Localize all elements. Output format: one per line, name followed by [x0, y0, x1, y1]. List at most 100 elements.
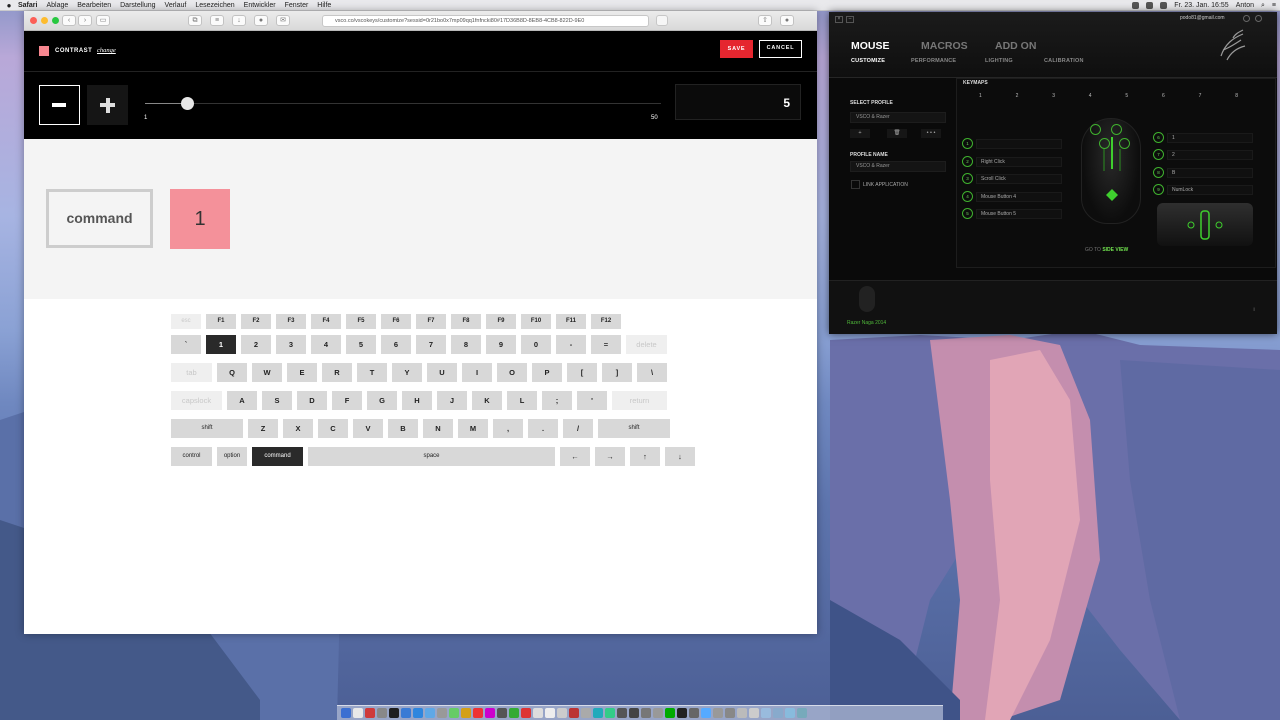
menubar-user[interactable]: Anton	[1236, 0, 1254, 11]
dock-app-icon[interactable]	[665, 708, 675, 718]
dock-app-icon[interactable]	[593, 708, 603, 718]
key[interactable]: delete	[626, 335, 667, 354]
key[interactable]: ↑	[630, 447, 660, 466]
mouse-button-marker[interactable]	[1111, 124, 1122, 135]
apple-icon[interactable]: ●	[0, 0, 18, 11]
key[interactable]: F2	[241, 314, 271, 329]
key[interactable]: E	[287, 363, 317, 382]
keymap-tab[interactable]: 1	[979, 93, 982, 99]
key[interactable]: ←	[560, 447, 590, 466]
key[interactable]: 3	[276, 335, 306, 354]
device-thumbnail[interactable]	[859, 286, 875, 312]
dock-app-icon[interactable]	[569, 708, 579, 718]
dock-app-icon[interactable]	[749, 708, 759, 718]
key[interactable]: \	[637, 363, 667, 382]
dock-app-icon[interactable]	[737, 708, 747, 718]
key[interactable]: N	[423, 419, 453, 438]
key[interactable]: F1	[206, 314, 236, 329]
dock-app-icon[interactable]	[725, 708, 735, 718]
menu-verlauf[interactable]: Verlauf	[165, 0, 187, 11]
key[interactable]: Y	[392, 363, 422, 382]
address-bar[interactable]: vsco.co/vscokeys/customize?sessid=0r21bo…	[322, 15, 649, 27]
dock-app-icon[interactable]	[473, 708, 483, 718]
dock-app-icon[interactable]	[437, 708, 447, 718]
subtab-lighting[interactable]: LIGHTING	[985, 58, 1013, 64]
key[interactable]: B	[388, 419, 418, 438]
reader-icon[interactable]: ≡	[210, 15, 224, 26]
key[interactable]: T	[357, 363, 387, 382]
subtab-performance[interactable]: PERFORMANCE	[911, 58, 956, 64]
key[interactable]: F4	[311, 314, 341, 329]
change-link[interactable]: change	[97, 46, 116, 56]
keymap-tab[interactable]: 5	[1125, 93, 1128, 99]
key[interactable]: I	[462, 363, 492, 382]
dock-app-icon[interactable]	[677, 708, 687, 718]
menu-darstellung[interactable]: Darstellung	[120, 0, 155, 11]
button-assignment[interactable]: Mouse Button 5	[976, 209, 1062, 219]
dock-app-icon[interactable]	[533, 708, 543, 718]
dock-app-icon[interactable]	[713, 708, 723, 718]
key[interactable]: A	[227, 391, 257, 410]
dock-app-icon[interactable]	[773, 708, 783, 718]
mail-icon[interactable]: ✉	[276, 15, 290, 26]
button-assignment[interactable]: B	[1167, 168, 1253, 178]
menu-ablage[interactable]: Ablage	[46, 0, 68, 11]
key[interactable]: M	[458, 419, 488, 438]
key[interactable]: F3	[276, 314, 306, 329]
key[interactable]: capslock	[171, 391, 222, 410]
key[interactable]: Q	[217, 363, 247, 382]
dock-app-icon[interactable]	[449, 708, 459, 718]
key[interactable]: F9	[486, 314, 516, 329]
key[interactable]: /	[563, 419, 593, 438]
mouse-button-marker[interactable]	[1099, 138, 1110, 149]
device-name[interactable]: Razer Naga 2014	[847, 320, 886, 326]
key[interactable]: F	[332, 391, 362, 410]
dock-app-icon[interactable]	[701, 708, 711, 718]
key[interactable]: F11	[556, 314, 586, 329]
key[interactable]: 9	[486, 335, 516, 354]
mouse-button-marker[interactable]	[1119, 138, 1130, 149]
tab-overview-icon[interactable]: ⧉	[188, 15, 202, 26]
download-icon[interactable]: ↓	[232, 15, 246, 26]
button-assignment[interactable]: 2	[1167, 150, 1253, 160]
key[interactable]: return	[612, 391, 667, 410]
key[interactable]: F10	[521, 314, 551, 329]
side-view-link[interactable]: SIDE VIEW	[1102, 247, 1128, 253]
battery-icon[interactable]	[1160, 2, 1168, 9]
dock-app-icon[interactable]	[365, 708, 375, 718]
key[interactable]: `	[171, 335, 201, 354]
key[interactable]: L	[507, 391, 537, 410]
dock-app-icon[interactable]	[581, 708, 591, 718]
decrease-button[interactable]	[39, 85, 80, 125]
key[interactable]: tab	[171, 363, 212, 382]
key[interactable]: →	[595, 447, 625, 466]
key[interactable]: 1	[206, 335, 236, 354]
add-profile-button[interactable]: +	[850, 129, 870, 138]
key[interactable]: 4	[311, 335, 341, 354]
forward-button[interactable]: ›	[78, 15, 92, 26]
key[interactable]: 8	[451, 335, 481, 354]
key[interactable]: control	[171, 447, 212, 466]
key[interactable]: 0	[521, 335, 551, 354]
keymap-tab[interactable]: 4	[1089, 93, 1092, 99]
button-assignment[interactable]: Right Click	[976, 157, 1062, 167]
dock-app-icon[interactable]	[425, 708, 435, 718]
delete-profile-button[interactable]: 🗑	[887, 129, 907, 138]
tab-macros[interactable]: MACROS	[921, 40, 968, 52]
key[interactable]: =	[591, 335, 621, 354]
dock-app-icon[interactable]	[557, 708, 567, 718]
tab-mouse[interactable]: MOUSE	[851, 40, 890, 52]
settings-icon[interactable]	[1243, 15, 1250, 22]
dock-app-icon[interactable]	[485, 708, 495, 718]
menu-bearbeiten[interactable]: Bearbeiten	[77, 0, 111, 11]
more-profile-options-button[interactable]: • • •	[921, 129, 941, 138]
button-assignment[interactable]: NumLock	[1167, 185, 1253, 195]
share-icon[interactable]: ⇧	[758, 15, 772, 26]
dock-app-icon[interactable]	[797, 708, 807, 718]
dock-app-icon[interactable]	[785, 708, 795, 718]
key[interactable]: shift	[598, 419, 670, 438]
slider-thumb[interactable]	[181, 97, 195, 110]
key[interactable]: O	[497, 363, 527, 382]
wifi-icon[interactable]	[1146, 2, 1154, 9]
dock-app-icon[interactable]	[413, 708, 423, 718]
